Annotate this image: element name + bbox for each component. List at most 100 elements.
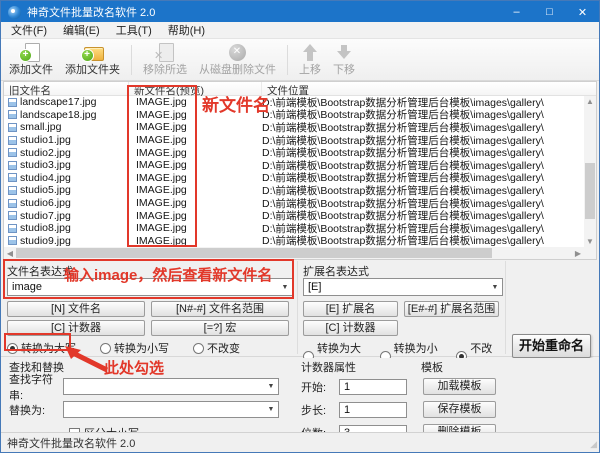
image-file-icon <box>8 211 17 220</box>
new-filename: IMAGE.jpg <box>129 222 262 234</box>
load-template-button[interactable]: 加载模板 <box>423 378 496 395</box>
column-header-location[interactable]: 文件位置 <box>262 82 596 95</box>
toolbar-button-label: 添加文件夹 <box>65 61 120 77</box>
old-filename: studio6.jpg <box>20 197 71 209</box>
token-counter-button[interactable]: [C] 计数器 <box>7 320 145 336</box>
radio-label: 不改变 <box>207 340 240 356</box>
horizontal-scroll-thumb[interactable] <box>16 248 492 258</box>
token-ext-button[interactable]: [E] 扩展名 <box>303 301 398 317</box>
chevron-down-icon[interactable]: ▼ <box>264 379 278 394</box>
filename-expression-section: 文件名表达式 ▼ [N] 文件名[N#-#] 文件名范围[C] 计数器[=?] … <box>7 263 293 356</box>
menu-file[interactable]: 文件(F) <box>3 22 55 38</box>
token-macro-button[interactable]: [=?] 宏 <box>151 320 289 336</box>
replace-with-combo: 替换为: ▼ <box>9 401 279 418</box>
radio-icon <box>193 343 204 354</box>
counter-input[interactable] <box>339 402 407 418</box>
new-filename: IMAGE.jpg <box>129 134 262 146</box>
name-lowercase-radio[interactable]: 转换为小写 <box>100 340 169 356</box>
vertical-scrollbar[interactable]: ▲ ▼ <box>584 96 596 247</box>
old-filename: studio2.jpg <box>20 147 71 159</box>
status-text: 神奇文件批量改名软件 2.0 <box>7 435 135 451</box>
find-replace-group: 查找和替换 查找字符串: ▼ 替换为: ▼ <box>9 359 279 441</box>
new-filename: IMAGE.jpg <box>129 147 262 159</box>
list-header: 旧文件名 新文件名(预览) 文件位置 <box>4 82 596 96</box>
combo-input[interactable] <box>64 379 264 394</box>
status-bar: 神奇文件批量改名软件 2.0 ◢ <box>1 432 599 453</box>
counter-properties-title: 计数器属性 <box>301 359 413 372</box>
column-header-old-name[interactable]: 旧文件名 <box>4 82 129 95</box>
title-bar: 神奇文件批量改名软件 2.0 –□✕ <box>1 1 599 23</box>
move-down-button[interactable]: 下移 <box>327 41 361 79</box>
menu-edit[interactable]: 编辑(E) <box>55 22 108 38</box>
new-filename: IMAGE.jpg <box>129 197 262 209</box>
vertical-scroll-thumb[interactable] <box>585 163 595 219</box>
toolbar-button-label: 移除所选 <box>143 61 187 77</box>
field-label: 步长: <box>301 402 339 418</box>
scroll-left-icon[interactable]: ◀ <box>4 249 16 258</box>
maximize-button[interactable]: □ <box>533 1 566 23</box>
panel-divider <box>297 261 298 354</box>
file-list: 旧文件名 新文件名(预览) 文件位置 landscape17.jpg IMAGE… <box>3 81 597 260</box>
field-label: 开始: <box>301 379 339 395</box>
add-folder-button[interactable]: 添加文件夹 <box>59 41 126 79</box>
add-files-button[interactable]: 添加文件 <box>3 41 59 79</box>
counter-input[interactable] <box>339 379 407 395</box>
remove-selected-icon <box>154 43 176 60</box>
filename-expression-combo: ▼ <box>7 278 293 296</box>
radio-label: 转换为大写 <box>21 340 76 356</box>
toolbar-button-label: 添加文件 <box>9 61 53 77</box>
token-ext-range-button[interactable]: [E#-#] 扩展名范围 <box>404 301 499 317</box>
delete-from-disk-button[interactable]: 从磁盘删除文件 <box>193 41 282 79</box>
start-rename-button[interactable]: 开始重命名 <box>512 334 591 358</box>
image-file-icon <box>8 224 17 233</box>
image-file-icon <box>8 110 17 119</box>
chevron-down-icon[interactable]: ▼ <box>264 402 278 417</box>
combo-input[interactable] <box>64 402 264 417</box>
image-file-icon <box>8 98 17 107</box>
horizontal-scrollbar[interactable]: ◀ ▶ <box>4 247 584 259</box>
scroll-right-icon[interactable]: ▶ <box>572 249 584 258</box>
toolbar-button-label: 上移 <box>299 61 321 77</box>
scroll-down-icon[interactable]: ▼ <box>584 237 596 246</box>
old-filename: studio8.jpg <box>20 222 71 234</box>
close-button[interactable]: ✕ <box>566 1 599 23</box>
name-nochange-radio[interactable]: 不改变 <box>193 340 240 356</box>
old-filename: small.jpg <box>20 121 61 133</box>
minimize-button[interactable]: – <box>500 1 533 23</box>
expression-panel: 文件名表达式 ▼ [N] 文件名[N#-#] 文件名范围[C] 计数器[=?] … <box>1 260 599 357</box>
token-ext-counter-button[interactable]: [C] 计数器 <box>303 320 398 336</box>
radio-icon <box>100 343 111 354</box>
old-filename: studio1.jpg <box>20 134 71 146</box>
image-file-icon <box>8 186 17 195</box>
menu-tools[interactable]: 工具(T) <box>108 22 160 38</box>
new-filename: IMAGE.jpg <box>129 159 262 171</box>
token-filename-range-button[interactable]: [N#-#] 文件名范围 <box>151 301 289 317</box>
move-down-icon <box>333 43 355 60</box>
save-template-button[interactable]: 保存模板 <box>423 401 496 418</box>
token-filename-button[interactable]: [N] 文件名 <box>7 301 145 317</box>
filename-expression-input[interactable] <box>8 279 278 295</box>
field-label: 替换为: <box>9 402 63 418</box>
move-up-button[interactable]: 上移 <box>293 41 327 79</box>
radio-icon <box>7 343 18 354</box>
table-row[interactable]: studio9.jpg IMAGE.jpg D:\前端模板\Bootstrap数… <box>4 235 584 247</box>
remove-selected-button[interactable]: 移除所选 <box>137 41 193 79</box>
resize-grip-icon[interactable]: ◢ <box>590 439 597 450</box>
combo-box: ▼ <box>63 401 279 418</box>
list-rows: landscape17.jpg IMAGE.jpg D:\前端模板\Bootst… <box>4 96 584 247</box>
name-uppercase-radio[interactable]: 转换为大写 <box>7 340 76 356</box>
old-filename: studio5.jpg <box>20 184 71 196</box>
window-title: 神奇文件批量改名软件 2.0 <box>27 4 155 20</box>
chevron-down-icon[interactable]: ▼ <box>278 279 292 295</box>
menu-help[interactable]: 帮助(H) <box>160 22 213 38</box>
chevron-down-icon[interactable]: ▼ <box>488 279 502 295</box>
old-filename: landscape17.jpg <box>20 96 96 108</box>
menu-bar: 文件(F)编辑(E)工具(T)帮助(H) <box>1 22 599 39</box>
extension-expression-input[interactable] <box>304 279 488 295</box>
image-file-icon <box>8 161 17 170</box>
delete-from-disk-icon <box>227 43 249 60</box>
column-header-new-name[interactable]: 新文件名(预览) <box>129 82 262 95</box>
find-string-combo: 查找字符串: ▼ <box>9 378 279 395</box>
new-filename: IMAGE.jpg <box>129 235 262 247</box>
scroll-up-icon[interactable]: ▲ <box>584 97 596 106</box>
